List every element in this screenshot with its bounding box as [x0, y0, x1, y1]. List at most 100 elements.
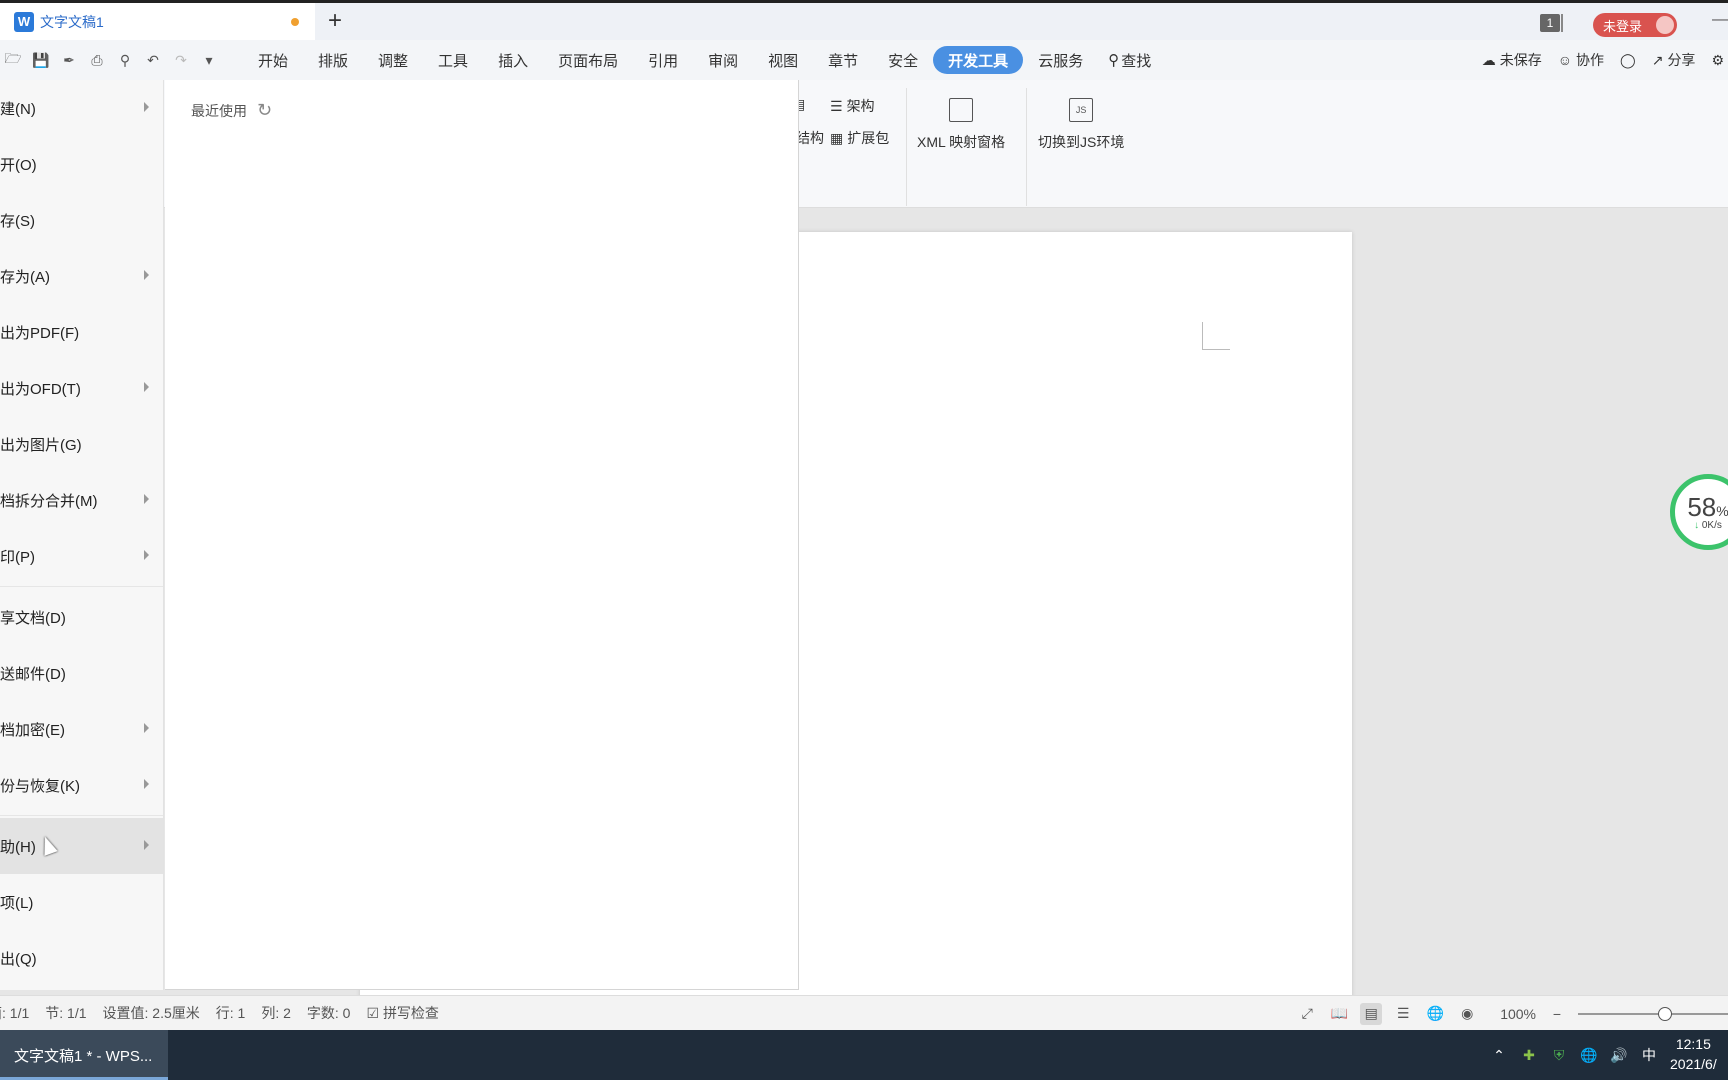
file-menu-item-export-ofd[interactable]: 出为OFD(T) — [0, 360, 163, 416]
status-word-count[interactable]: 字数: 0 — [299, 1003, 359, 1023]
settings-button[interactable]: ⚙ — [1711, 52, 1724, 69]
file-menu-item-help[interactable]: 助(H) — [0, 818, 163, 874]
file-menu-item-share-doc[interactable]: 享文档(D) — [0, 589, 163, 645]
xml-mapping-label: XML 映射窗格 — [917, 134, 1006, 150]
status-setting[interactable]: 设置值: 2.5厘米 — [95, 1003, 208, 1023]
new-tab-button[interactable]: + — [328, 7, 342, 35]
tab-security[interactable]: 安全 — [873, 46, 933, 74]
extension-pack-button[interactable]: ▦ 扩展包 — [830, 128, 889, 148]
tab-layout-typeset[interactable]: 排版 — [303, 46, 363, 74]
right-tools: ☁ 未保存 ☺ 协作 ◯ ↗ 分享 ⚙ — [1482, 40, 1728, 80]
tab-home[interactable]: 开始 — [243, 46, 303, 74]
submenu-arrow-icon — [144, 270, 149, 280]
status-page[interactable]: 页面: 1/1 — [0, 1003, 37, 1023]
unsaved-status-button[interactable]: ☁ 未保存 — [1482, 50, 1542, 70]
extension-pack-label: 扩展包 — [847, 130, 890, 146]
recent-header: 最近使用 ↻ — [191, 100, 272, 121]
tab-insert[interactable]: 插入 — [483, 46, 543, 74]
undo-icon[interactable]: ↶ — [144, 51, 162, 69]
tab-view[interactable]: 视图 — [753, 46, 813, 74]
tab-tools[interactable]: 工具 — [423, 46, 483, 74]
taskbar-wps-app[interactable]: 文字文稿1 * - WPS... — [0, 1030, 168, 1080]
schema-button[interactable]: ☰ 架构 — [830, 96, 875, 116]
collaborate-label: 协作 — [1576, 52, 1605, 68]
file-menu-item-save[interactable]: 存(S) — [0, 192, 163, 248]
print-icon[interactable]: ⎙ — [88, 51, 106, 69]
login-button[interactable]: 未登录 — [1593, 13, 1677, 37]
document-tab[interactable]: W 文字文稿1 — [0, 3, 315, 40]
status-right-tools: ⤢ 📖 ▤ ☰ 🌐 ◉ 100% − — [1296, 996, 1728, 1031]
open-folder-icon[interactable]: 🗁 — [4, 50, 22, 69]
comment-button[interactable]: ◯ — [1620, 52, 1636, 69]
file-menu-item-options[interactable]: 项(L) — [0, 874, 163, 930]
status-section[interactable]: 节: 1/1 — [37, 1003, 94, 1023]
cloud-icon: ☁ — [1481, 51, 1496, 68]
collaborate-button[interactable]: ☺ 协作 — [1558, 50, 1604, 70]
outline-view-icon[interactable]: ☰ — [1392, 1003, 1414, 1025]
tab-sections[interactable]: 章节 — [813, 46, 873, 74]
tab-review[interactable]: 审阅 — [693, 46, 753, 74]
clock[interactable]: 12:15 2021/6/ — [1670, 1034, 1717, 1074]
file-menu-item-encrypt[interactable]: 档加密(E) — [0, 701, 163, 757]
file-menu-item-exit[interactable]: 出(Q) — [0, 930, 163, 986]
shield-icon[interactable]: ⛨ — [1550, 1046, 1568, 1064]
xml-mapping-pane-button[interactable]: XML 映射窗格 — [917, 98, 1005, 152]
zoom-slider[interactable] — [1578, 1006, 1728, 1021]
ribbon-separator — [1026, 88, 1027, 206]
volume-icon[interactable]: 🔊 — [1610, 1046, 1628, 1064]
status-col[interactable]: 列: 2 — [253, 1003, 299, 1023]
structure-button[interactable]: 结构 — [796, 128, 824, 148]
format-painter-icon[interactable]: ✒ — [60, 51, 78, 69]
recent-label: 最近使用 — [191, 102, 247, 119]
globe-icon[interactable]: 🌐 — [1580, 1046, 1598, 1064]
file-menu-item-new[interactable]: 建(N) — [0, 80, 163, 136]
fullscreen-icon[interactable]: ⤢ — [1296, 1003, 1318, 1025]
ime-indicator[interactable]: 中 — [1640, 1046, 1658, 1064]
switch-js-env-button[interactable]: JS 切换到JS环境 — [1038, 98, 1124, 152]
file-menu-item-export-pdf[interactable]: 出为PDF(F) — [0, 304, 163, 360]
window-list-icon[interactable] — [1561, 14, 1565, 32]
file-menu-item-save-as[interactable]: 存为(A) — [0, 248, 163, 304]
share-icon: ↗ — [1651, 51, 1664, 68]
schema-label: 架构 — [846, 98, 875, 114]
redo-icon[interactable]: ↷ — [172, 51, 190, 69]
save-icon[interactable]: 💾 — [32, 51, 50, 69]
file-menu-item-print[interactable]: 印(P) — [0, 528, 163, 584]
tab-cloud-services[interactable]: 云服务 — [1023, 46, 1098, 74]
tab-references[interactable]: 引用 — [633, 46, 693, 74]
chevron-up-icon[interactable]: ⌃ — [1490, 1046, 1508, 1064]
clock-date: 2021/6/ — [1670, 1056, 1717, 1072]
file-menu: 建(N) 开(O) 存(S) 存为(A) 出为PDF(F) 出为OFD(T) 出… — [0, 80, 164, 990]
refresh-icon[interactable]: ↻ — [257, 100, 272, 121]
menu-divider — [0, 586, 163, 587]
web-view-icon[interactable]: 🌐 — [1424, 1003, 1446, 1025]
clock-time: 12:15 — [1675, 1036, 1711, 1052]
spell-check-button[interactable]: ☑ 拼写检查 — [358, 1003, 446, 1023]
tab-developer[interactable]: 开发工具 — [933, 46, 1024, 74]
file-menu-item-send-email[interactable]: 送邮件(D) — [0, 645, 163, 701]
windows-taskbar: 文字文稿1 * - WPS... ⌃ ✚ ⛨ 🌐 🔊 中 12:15 2021/… — [0, 1030, 1728, 1080]
file-menu-item-export-image[interactable]: 出为图片(G) — [0, 416, 163, 472]
window-count-badge[interactable]: 1 — [1540, 14, 1560, 32]
minimize-button[interactable]: — — [1712, 11, 1728, 29]
zoom-slider-knob[interactable] — [1658, 1006, 1672, 1021]
status-row[interactable]: 行: 1 — [208, 1003, 254, 1023]
green-plus-icon[interactable]: ✚ — [1520, 1046, 1538, 1064]
tab-page-layout[interactable]: 页面布局 — [543, 46, 633, 74]
eye-protection-icon[interactable]: ◉ — [1456, 1003, 1478, 1025]
file-menu-item-backup-restore[interactable]: 份与恢复(K) — [0, 757, 163, 813]
customize-chevron-icon[interactable]: ▾ — [200, 51, 218, 69]
reading-mode-icon[interactable]: 📖 — [1328, 1003, 1350, 1025]
page-view-icon[interactable]: ▤ — [1360, 1002, 1383, 1025]
zoom-level[interactable]: 100% — [1500, 1006, 1536, 1022]
find-button[interactable]: ⚲ 查找 — [1098, 50, 1161, 71]
share-button[interactable]: ↗ 分享 — [1652, 50, 1696, 70]
tab-adjust[interactable]: 调整 — [363, 46, 423, 74]
file-menu-item-open[interactable]: 开(O) — [0, 136, 163, 192]
menu-divider — [0, 815, 163, 816]
submenu-arrow-icon — [144, 494, 149, 504]
title-bar: W 文字文稿1 + 1 未登录 — — [0, 0, 1728, 40]
file-menu-item-split-merge[interactable]: 档拆分合并(M) — [0, 472, 163, 528]
zoom-out-icon[interactable]: − — [1546, 1003, 1568, 1025]
print-preview-icon[interactable]: ⚲ — [116, 51, 134, 69]
